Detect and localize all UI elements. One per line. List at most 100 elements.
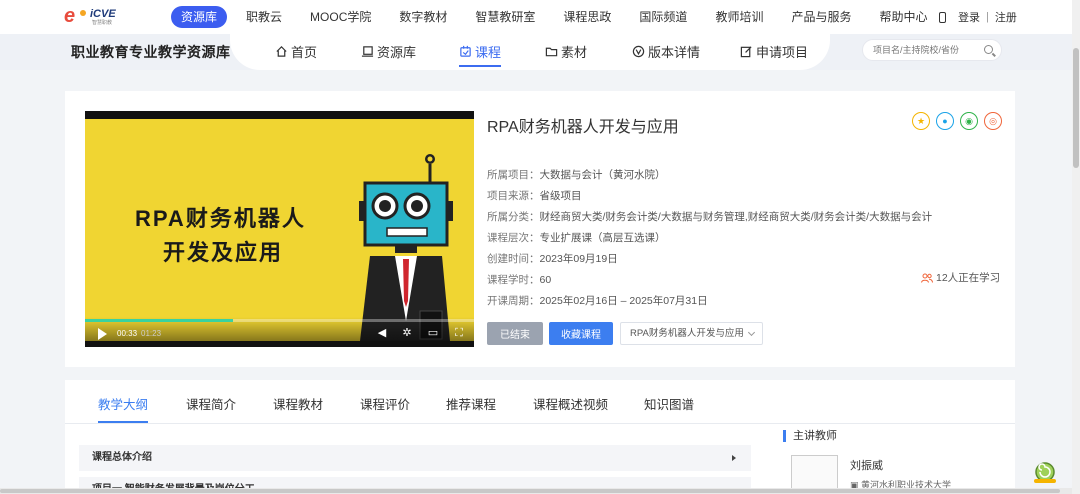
subnav-label-apply: 申请项目 — [756, 45, 809, 60]
video-player[interactable]: RPA财务机器人 开发及应用 00:33 01:23 ◀ ✲ ▭ ⛶ — [85, 111, 474, 347]
icve-logo[interactable]: e iCVE 智慧职教 — [64, 6, 124, 28]
play-icon[interactable] — [98, 328, 107, 340]
topnav-item-mooc[interactable]: MOOC学院 — [310, 6, 371, 28]
info-label: 所属项目： — [487, 169, 540, 181]
assistant-snail-icon[interactable] — [1032, 460, 1058, 484]
topnav-item-products[interactable]: 产品与服务 — [791, 6, 851, 28]
tab-syllabus[interactable]: 教学大纲 — [98, 394, 149, 423]
topnav-item-ideology[interactable]: 课程思政 — [563, 6, 611, 28]
learners-label: 12人正在学习 — [936, 272, 1001, 284]
subnav-item-apply[interactable]: 申请项目 — [740, 42, 808, 61]
search-input[interactable] — [873, 43, 983, 57]
volume-icon[interactable]: ◀ — [376, 327, 388, 339]
subnav-item-library[interactable]: 资源库 — [361, 42, 416, 61]
topnav-item-zjy[interactable]: 职教云 — [246, 6, 282, 28]
info-label: 项目来源： — [487, 190, 540, 202]
logo-e-icon: e — [64, 5, 76, 27]
version-icon — [632, 45, 645, 58]
tab-label: 教学大纲 — [98, 398, 149, 412]
video-progress[interactable] — [85, 319, 474, 322]
fullscreen-icon[interactable]: ⛶ — [453, 327, 465, 339]
weibo-share-icon[interactable]: ◎ — [984, 112, 1002, 130]
hscrollbar-thumb[interactable] — [0, 489, 1060, 493]
site-title: 职业教育专业教学资源库 — [71, 44, 231, 60]
robot-illustration — [359, 154, 453, 341]
tab-overview-video[interactable]: 课程概述视频 — [533, 394, 608, 413]
tab-intro[interactable]: 课程简介 — [186, 394, 236, 413]
info-label: 课程学时： — [487, 274, 540, 286]
subnav-active-underline — [459, 65, 502, 67]
subnav-label-materials: 素材 — [561, 45, 588, 60]
info-row-category: 所属分类：财经商贸大类/财务会计类/大数据与财务管理,财经商贸大类/财务会计类/… — [487, 207, 932, 228]
horizontal-scrollbar[interactable] — [0, 488, 1072, 494]
video-title-line2: 开发及应用 — [163, 240, 284, 265]
subnav-label-home: 首页 — [291, 45, 318, 60]
topnav-item-international[interactable]: 国际频道 — [639, 6, 687, 28]
tab-knowledge-graph[interactable]: 知识图谱 — [644, 394, 694, 413]
auth-links: 登录 | 注册 — [939, 9, 1017, 25]
teacher-heading: 主讲教师 — [783, 430, 837, 442]
outline-section-title: 课程总体介绍 — [92, 452, 152, 463]
info-value: 专业扩展课（高层互选课） — [539, 232, 666, 244]
info-row-period: 开课周期：2025年02月16日 – 2025年07月31日 — [487, 291, 932, 312]
subnav-label-version: 版本详情 — [648, 45, 701, 60]
video-time: 00:33 01:23 — [117, 329, 161, 338]
folder-icon — [545, 47, 558, 57]
chevron-down-icon — [747, 328, 756, 337]
teacher-name[interactable]: 刘振威 — [850, 457, 883, 473]
topnav-item-research[interactable]: 智慧教研室 — [475, 6, 535, 28]
tab-review[interactable]: 课程评价 — [360, 394, 410, 413]
subnav-item-materials[interactable]: 素材 — [545, 42, 587, 61]
settings-icon[interactable]: ✲ — [401, 327, 413, 339]
subnav-label-course: 课程 — [475, 45, 502, 60]
video-current-time: 00:33 — [117, 329, 138, 338]
info-row-source: 项目来源：省级项目 — [487, 186, 932, 207]
info-row-level: 课程层次：专业扩展课（高层互选课） — [487, 228, 932, 249]
course-ended-button[interactable]: 已结束 — [487, 322, 543, 345]
qzone-share-icon[interactable]: ★ — [912, 112, 930, 130]
info-row-hours: 课程学时：60 — [487, 270, 932, 291]
logo-brand: iCVE — [90, 8, 116, 20]
login-link[interactable]: 登录 — [958, 9, 980, 25]
favorite-course-button[interactable]: 收藏课程 — [549, 322, 613, 345]
search-box — [862, 39, 1002, 61]
info-label: 课程层次： — [487, 232, 540, 244]
library-icon — [361, 46, 374, 57]
outline-section[interactable]: 课程总体介绍 — [79, 445, 751, 471]
topnav-item-resources[interactable]: 资源库 — [171, 6, 228, 28]
video-duration: 01:23 — [141, 329, 162, 338]
scrollbar-thumb[interactable] — [1073, 48, 1079, 168]
subnav-item-course[interactable]: 课程 — [459, 42, 502, 67]
video-letterbox-bottom — [85, 341, 474, 347]
mobile-icon[interactable] — [939, 11, 946, 23]
info-label: 开课周期： — [487, 295, 540, 307]
users-icon — [921, 273, 933, 283]
register-link[interactable]: 注册 — [995, 9, 1017, 25]
tab-recommended[interactable]: 推荐课程 — [446, 394, 496, 413]
topnav-item-textbooks[interactable]: 数字教材 — [399, 6, 447, 28]
version-select[interactable]: RPA财务机器人开发与应用 — [620, 322, 763, 345]
auth-separator: | — [986, 11, 989, 23]
edit-icon — [740, 46, 752, 58]
subnav-item-version[interactable]: 版本详情 — [632, 42, 700, 61]
info-row-project: 所属项目：大数据与会计（黄河水院） — [487, 165, 932, 186]
tabs-divider — [65, 423, 1015, 424]
learners-count: 12人正在学习 — [921, 270, 1000, 285]
course-title: RPA财务机器人开发与应用 — [487, 119, 679, 136]
tab-textbook[interactable]: 课程教材 — [273, 394, 323, 413]
subnav-item-home[interactable]: 首页 — [275, 42, 317, 61]
search-icon[interactable] — [984, 45, 993, 54]
video-progress-fill — [85, 319, 233, 322]
video-title-line1: RPA财务机器人 — [135, 206, 306, 231]
info-value: 财经商贸大类/财务会计类/大数据与财务管理,财经商贸大类/财务会计类/大数据与会… — [539, 211, 933, 223]
wechat-share-icon[interactable]: ◉ — [960, 112, 978, 130]
course-info: 所属项目：大数据与会计（黄河水院） 项目来源：省级项目 所属分类：财经商贸大类/… — [487, 165, 932, 312]
course-icon — [460, 45, 471, 57]
qq-share-icon[interactable]: ● — [936, 112, 954, 130]
topnav-item-training[interactable]: 教师培训 — [715, 6, 763, 28]
vertical-scrollbar[interactable] — [1072, 0, 1080, 494]
caption-icon[interactable]: ▭ — [427, 327, 439, 339]
info-label: 所属分类： — [487, 211, 540, 223]
topnav-item-help[interactable]: 帮助中心 — [879, 6, 927, 28]
info-value: 2025年02月16日 – 2025年07月31日 — [539, 295, 708, 307]
